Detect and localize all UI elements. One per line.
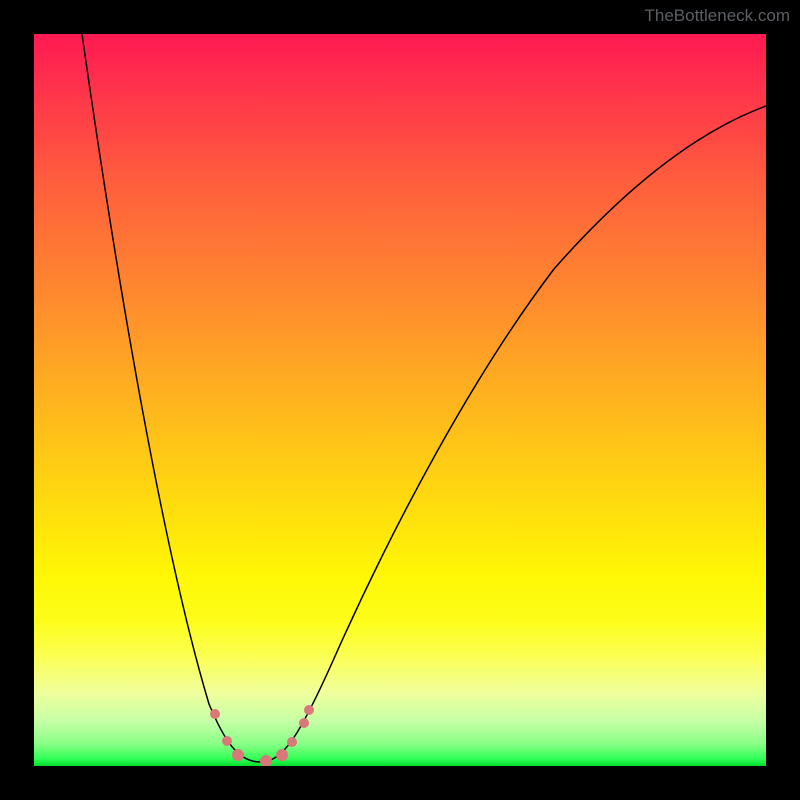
chart-frame: TheBottleneck.com [0,0,800,800]
marker-layer [34,34,766,766]
curve-marker [222,736,232,746]
curve-marker [299,718,309,728]
curve-marker [304,705,314,715]
curve-marker [276,749,288,761]
curve-marker [232,749,244,761]
watermark-text: TheBottleneck.com [644,6,790,26]
plot-area [34,34,766,766]
curve-marker [210,709,220,719]
curve-marker [260,755,272,766]
curve-marker [287,737,297,747]
